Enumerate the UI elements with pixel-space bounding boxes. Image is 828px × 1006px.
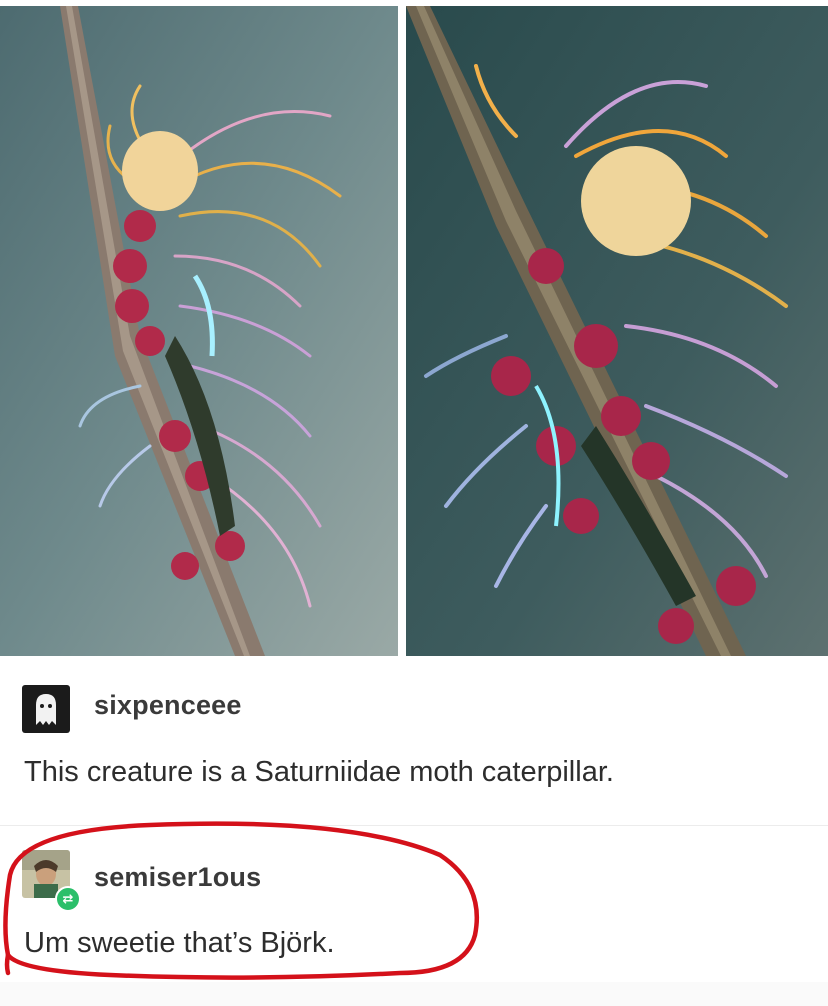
post-reply: ⇄ semiser1ous Um sweetie that’s Björk. — [0, 825, 828, 976]
ghost-icon[interactable] — [22, 685, 70, 733]
reblog-icon: ⇄ — [55, 886, 81, 912]
username[interactable]: semiser1ous — [94, 862, 261, 893]
caterpillar-photo-right — [406, 6, 828, 656]
post-text: This creature is a Saturniidae moth cate… — [24, 756, 614, 788]
photo-pair — [0, 0, 828, 660]
post-original: sixpenceee This creature is a Saturniida… — [0, 660, 828, 820]
post-footer-edge — [0, 982, 828, 1006]
post-text: Um sweetie that’s Björk. — [24, 927, 335, 959]
username[interactable]: sixpenceee — [94, 690, 242, 721]
caterpillar-photo-left — [0, 6, 398, 656]
